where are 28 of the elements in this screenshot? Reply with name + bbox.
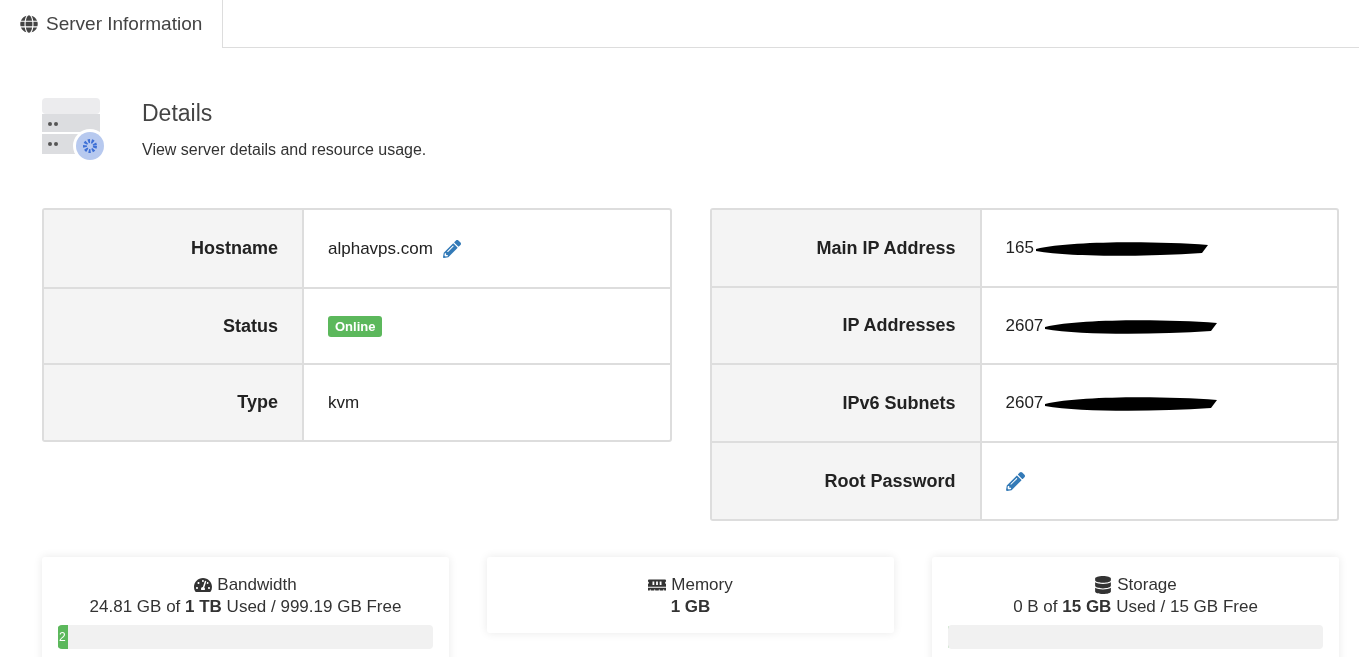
edit-icon[interactable]: [442, 239, 461, 258]
hostname-value: alphavps.com: [328, 238, 433, 259]
row-value: 165: [1005, 238, 1034, 258]
section-subtitle: View server details and resource usage.: [142, 141, 427, 159]
row-label: Status: [44, 289, 304, 363]
row-value: kvm: [328, 392, 360, 413]
card-title: Bandwidth: [217, 575, 297, 595]
globe-icon: [20, 15, 38, 33]
card-title: Storage: [1117, 575, 1177, 595]
row-label: IP Addresses: [711, 288, 982, 363]
row-label: Root Password: [711, 443, 982, 519]
progress-fill: 2: [58, 625, 68, 649]
usage-text: 24.81 GB of 1 TB Used / 999.19 GB Free: [89, 597, 402, 617]
section-title: Details: [142, 100, 214, 127]
row-label: Hostname: [44, 210, 304, 287]
status-badge: Online: [328, 315, 383, 337]
row-label: Main IP Address: [711, 210, 982, 286]
row-value: 2607: [1005, 393, 1044, 413]
database-icon: [1094, 576, 1113, 594]
edit-icon[interactable]: [1005, 471, 1025, 491]
usage-text: 1 GB: [670, 597, 711, 617]
usage-text: 0 B of 15 GB Used / 15 GB Free: [1013, 597, 1258, 617]
gauge-icon: [194, 576, 213, 594]
row-label: Type: [44, 365, 304, 440]
tab[interactable]: Server Information: [0, 0, 224, 48]
row-label: IPv6 Subnets: [711, 365, 982, 441]
row-value: 2607: [1005, 315, 1044, 336]
card-title: Memory: [671, 575, 733, 595]
